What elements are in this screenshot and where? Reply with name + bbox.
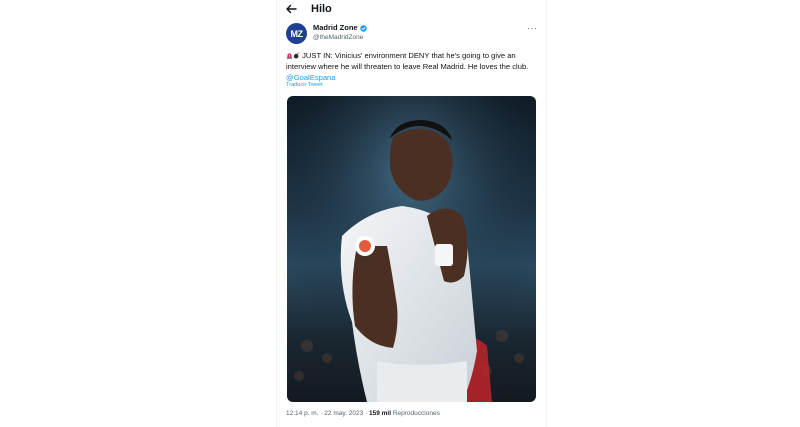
timeline-left-border xyxy=(276,0,277,427)
tweet-body-text: JUST IN: Vinicius' environment DENY that… xyxy=(286,51,529,71)
page-title: Hilo xyxy=(311,3,332,15)
tweet-photo[interactable]: LaLiga xyxy=(287,96,536,402)
thread-header: Hilo xyxy=(276,0,546,20)
mention-link[interactable]: @GoalEspana xyxy=(286,73,336,82)
back-button[interactable] xyxy=(283,1,299,17)
tweet-timestamp[interactable]: 12:14 p. m. · 22 may. 2023 · xyxy=(286,410,367,417)
back-arrow-icon xyxy=(286,4,297,14)
bomb-emoji-icon xyxy=(293,52,300,59)
tweet-text: JUST IN: Vinicius' environment DENY that… xyxy=(286,50,538,83)
avatar[interactable]: MZ xyxy=(286,23,307,44)
timeline-right-border xyxy=(546,0,547,427)
author-handle[interactable]: @theMadridZone xyxy=(313,33,363,42)
more-options-icon[interactable]: ··· xyxy=(527,23,538,33)
avatar-text: MZ xyxy=(290,28,304,39)
tweet-meta: 12:14 p. m. · 22 may. 2023 · 159 mil Rep… xyxy=(286,409,440,418)
translate-tweet-link[interactable]: Traducir Tweet xyxy=(286,82,323,88)
author-name[interactable]: Madrid Zone xyxy=(313,23,367,33)
author-name-text: Madrid Zone xyxy=(313,23,358,32)
sponsor-patch-text: LaLiga xyxy=(357,258,372,264)
player-photo-illustration: LaLiga xyxy=(287,96,536,402)
views-count: 159 mil xyxy=(368,410,392,417)
views-label: Reproducciones xyxy=(392,410,440,417)
siren-emoji-icon xyxy=(286,53,293,59)
verified-badge-icon xyxy=(359,24,367,32)
